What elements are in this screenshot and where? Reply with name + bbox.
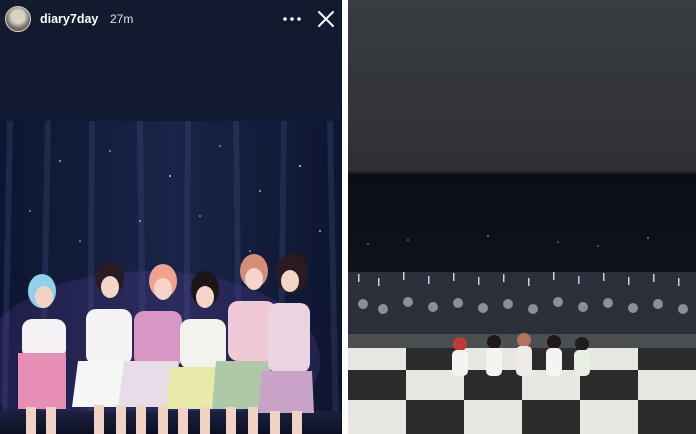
story-header: diary7day 27m — [0, 0, 342, 38]
more-horizontal-icon — [283, 17, 301, 21]
story-panel-right — [348, 0, 696, 434]
story-photo-concert-crowd — [348, 174, 696, 434]
story-panel-left: diary7day 27m — [0, 0, 342, 434]
profile-avatar[interactable] — [5, 6, 31, 32]
story-photo-group-backstage — [0, 121, 342, 434]
more-options-button[interactable] — [280, 8, 304, 30]
close-button[interactable] — [314, 7, 338, 31]
story-timestamp: 27m — [110, 12, 134, 26]
story-username[interactable]: diary7day — [40, 12, 98, 26]
close-icon — [318, 11, 334, 27]
